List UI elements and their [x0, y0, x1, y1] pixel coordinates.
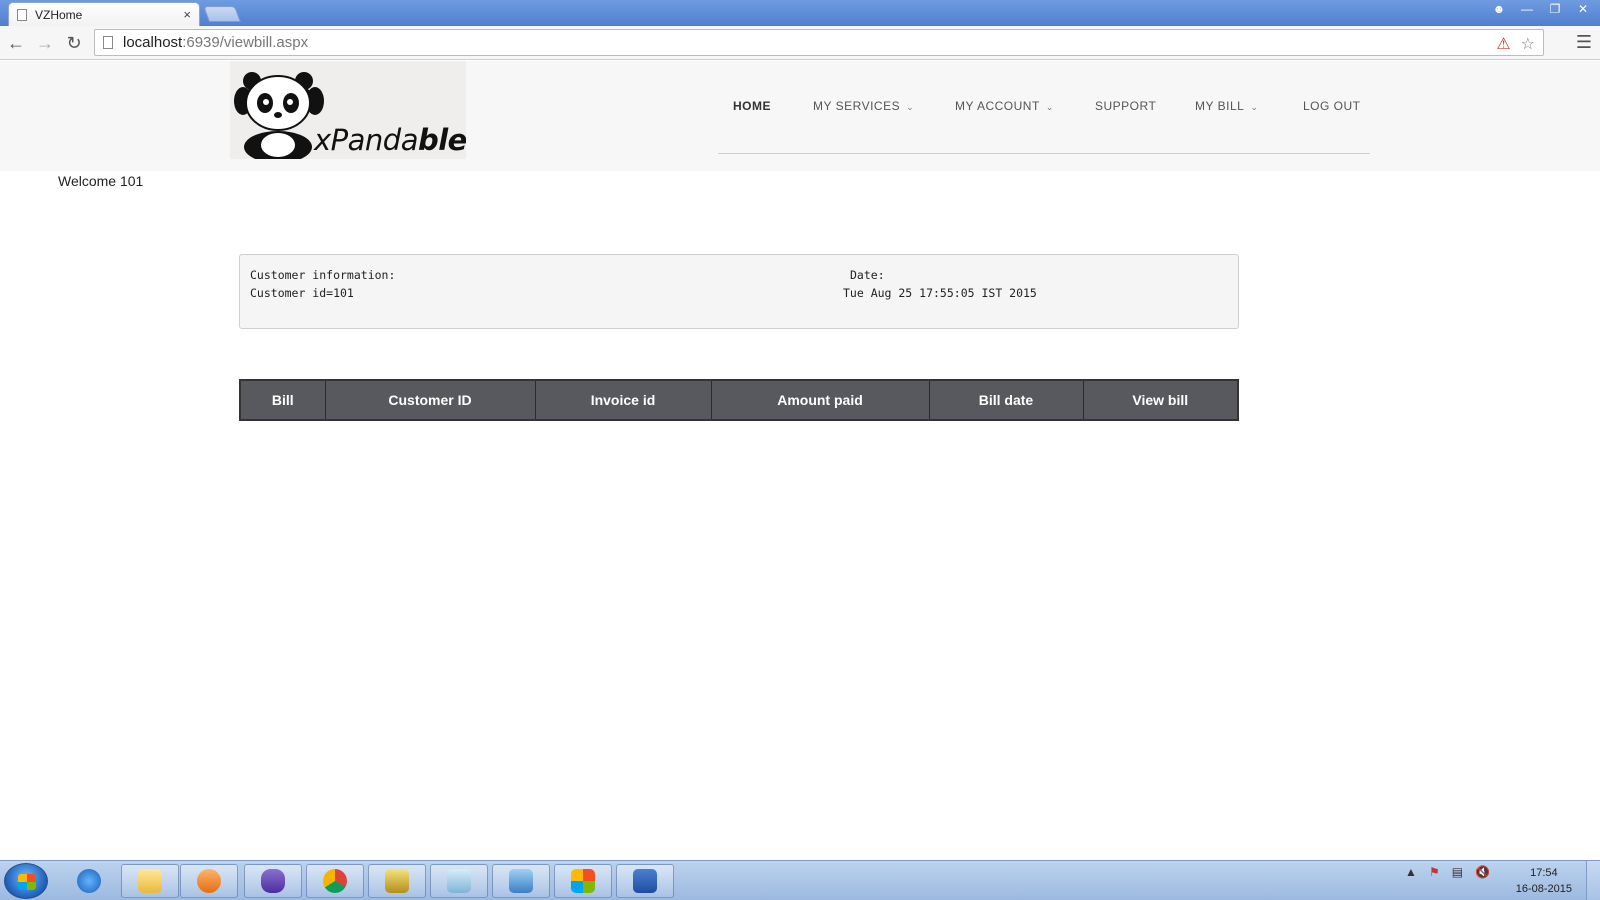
nav-my-services-label: MY SERVICES	[813, 99, 901, 113]
nav-my-account[interactable]: MY ACCOUNT ⌄	[955, 99, 1054, 113]
window-controls: ☻ — ❐ ✕	[1486, 0, 1596, 18]
site-header: xPandable HOME MY SERVICES ⌄ MY ACCOUNT ⌄ …	[0, 61, 1600, 171]
back-arrow-icon[interactable]: ←	[4, 31, 28, 55]
new-tab-button[interactable]	[203, 6, 241, 22]
customer-info-panel: Customer information: Customer id=101 Da…	[239, 254, 1239, 329]
clock-time: 17:54	[1530, 867, 1558, 879]
nav-my-services[interactable]: MY SERVICES ⌄	[813, 99, 914, 113]
column-header-customer-id: Customer ID	[324, 379, 536, 421]
nav-support[interactable]: SUPPORT	[1095, 99, 1156, 113]
file-explorer-icon[interactable]	[121, 864, 179, 898]
control-panel-icon[interactable]	[492, 864, 550, 898]
column-header-bill: Bill	[239, 379, 326, 421]
nav-log-out[interactable]: LOG OUT	[1303, 99, 1361, 113]
user-icon[interactable]: ☻	[1486, 0, 1512, 18]
media-player-icon[interactable]	[180, 864, 238, 898]
address-bar-icons: ⚠ ☆	[1496, 34, 1535, 54]
notepad-icon[interactable]	[430, 864, 488, 898]
windows-logo-icon	[18, 874, 36, 890]
blocked-content-icon[interactable]: ⚠	[1496, 34, 1510, 54]
tab-close-icon[interactable]: ×	[183, 7, 191, 22]
taskbar: ▲ ⚑ ▤ 🔇 17:54 16-08-2015	[0, 860, 1600, 900]
chrome-icon[interactable]	[306, 864, 364, 898]
page-icon	[17, 8, 27, 21]
network-icon[interactable]: ▤	[1452, 865, 1463, 879]
browser-tab-vzhome[interactable]: VZHome ×	[8, 2, 200, 26]
nav-log-out-label: LOG OUT	[1303, 99, 1361, 113]
nav-support-label: SUPPORT	[1095, 99, 1157, 113]
start-button[interactable]	[4, 863, 48, 899]
customer-info-heading: Customer information:	[250, 268, 396, 282]
bookmark-star-icon[interactable]: ☆	[1521, 34, 1535, 54]
close-window-button[interactable]: ✕	[1570, 0, 1596, 18]
nav-my-bill[interactable]: MY BILL ⌄	[1195, 99, 1258, 113]
system-tray: ▲ ⚑ ▤ 🔇	[1405, 865, 1490, 879]
visual-studio-icon[interactable]	[244, 864, 302, 898]
browser-toolbar: ← → ↻ localhost:6939/viewbill.aspx ⚠ ☆ ☰	[0, 26, 1600, 60]
restore-button[interactable]: ❐	[1542, 0, 1568, 18]
forward-arrow-icon[interactable]: →	[33, 31, 57, 55]
volume-muted-icon[interactable]: 🔇	[1475, 865, 1490, 879]
nav-my-account-label: MY ACCOUNT	[955, 99, 1040, 113]
browser-titlebar: VZHome × ☻ — ❐ ✕	[0, 0, 1600, 26]
address-bar[interactable]: localhost:6939/viewbill.aspx ⚠ ☆	[94, 29, 1544, 56]
bill-table: Bill Customer ID Invoice id Amount paid …	[239, 379, 1239, 421]
clock-date: 16-08-2015	[1515, 883, 1572, 895]
url-host: localhost	[123, 34, 183, 51]
column-header-invoice-id: Invoice id	[534, 379, 712, 421]
tab-title: VZHome	[35, 7, 83, 22]
system-clock[interactable]: 17:54 16-08-2015	[1516, 865, 1572, 897]
welcome-message: Welcome 101	[58, 173, 144, 189]
column-header-bill-date: Bill date	[928, 379, 1084, 421]
browser-menu-icon[interactable]: ☰	[1576, 32, 1592, 53]
url-path: :6939/viewbill.aspx	[182, 34, 309, 51]
logo-text: xPandable	[314, 123, 466, 157]
nav-home-label: HOME	[733, 99, 771, 113]
logo-text-light: xPanda	[314, 123, 418, 157]
nav-my-bill-label: MY BILL	[1195, 99, 1245, 113]
page-icon	[103, 36, 113, 49]
date-label: Date:	[850, 268, 885, 282]
minimize-button[interactable]: —	[1514, 0, 1540, 18]
chevron-down-icon: ⌄	[1250, 102, 1259, 112]
chevron-down-icon: ⌄	[1045, 102, 1054, 112]
action-center-icon[interactable]: ⚑	[1429, 865, 1440, 879]
show-hidden-icons-icon[interactable]: ▲	[1405, 865, 1417, 879]
date-value: Tue Aug 25 17:55:05 IST 2015	[843, 286, 1037, 300]
word-icon[interactable]	[616, 864, 674, 898]
chevron-down-icon: ⌄	[906, 102, 915, 112]
site-logo[interactable]: xPandable	[230, 61, 466, 159]
security-icon[interactable]	[554, 864, 612, 898]
customer-id: Customer id=101	[250, 286, 354, 300]
show-desktop-button[interactable]	[1586, 861, 1600, 900]
logo-text-bold: ble	[417, 123, 466, 157]
main-nav: HOME MY SERVICES ⌄ MY ACCOUNT ⌄ SUPPORT MY…	[718, 61, 1370, 154]
snipping-tool-icon[interactable]	[368, 864, 426, 898]
table-header-row: Bill Customer ID Invoice id Amount paid …	[239, 379, 1239, 421]
reload-icon[interactable]: ↻	[62, 31, 86, 55]
column-header-view-bill: View bill	[1082, 379, 1239, 421]
column-header-amount-paid: Amount paid	[710, 379, 930, 421]
nav-home[interactable]: HOME	[733, 99, 771, 113]
internet-explorer-icon[interactable]	[60, 864, 118, 898]
